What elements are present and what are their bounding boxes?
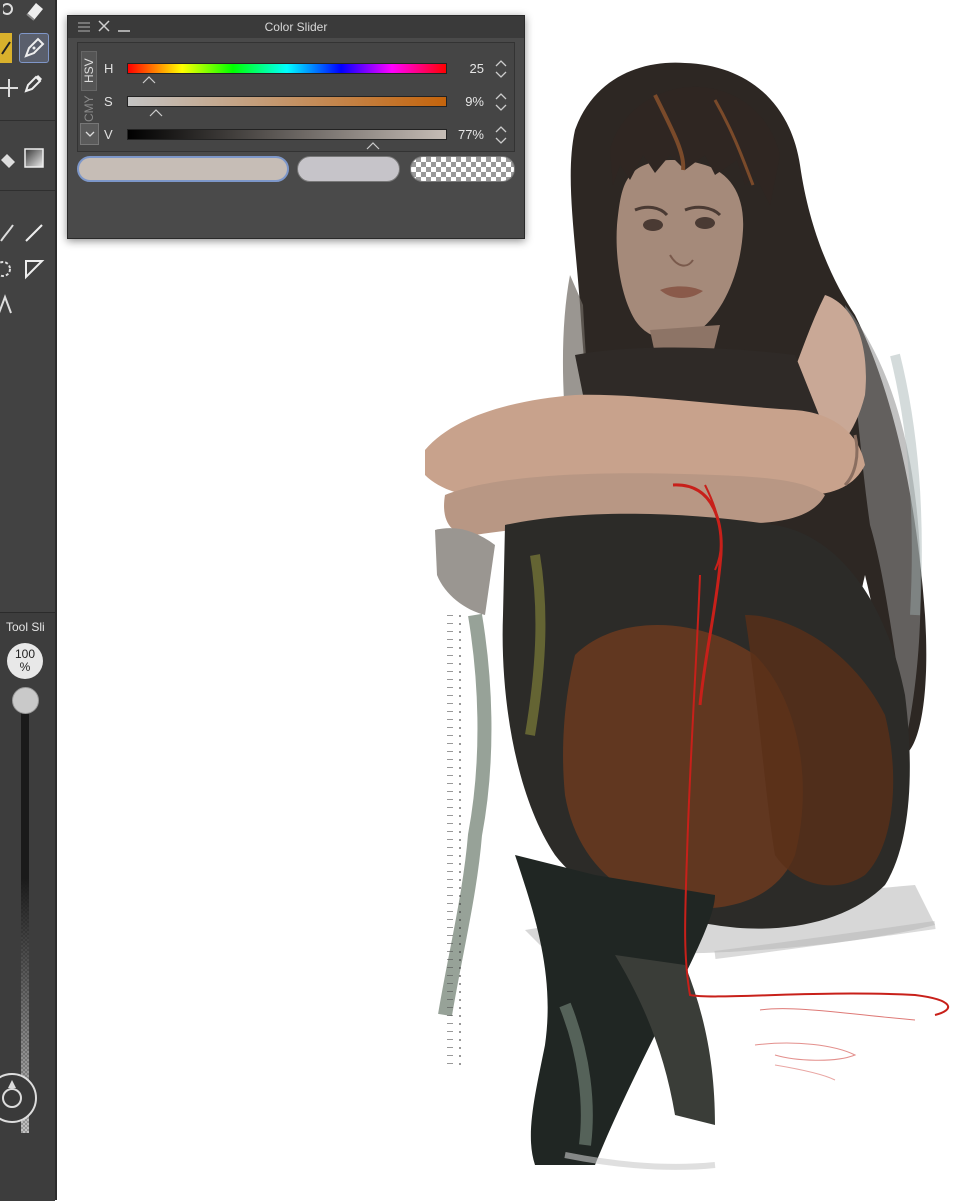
g-pen-icon[interactable] <box>19 33 49 63</box>
saturation-value[interactable]: 9% <box>465 94 484 109</box>
color-slider-titlebar[interactable]: Color Slider <box>68 16 524 38</box>
value-slider-row: V 77% <box>102 125 512 151</box>
toolbar-divider <box>0 120 55 121</box>
value-value[interactable]: 77% <box>458 127 484 142</box>
hue-slider-track[interactable] <box>127 63 447 74</box>
color-slider-body: HSV CMY H 25 S 9% V 77% <box>77 42 515 152</box>
hue-spin-icon[interactable] <box>494 57 508 81</box>
hue-value[interactable]: 25 <box>470 61 484 76</box>
shape-icon[interactable] <box>19 254 49 284</box>
saturation-slider-row: S 9% <box>102 92 512 118</box>
brush-size-knob[interactable] <box>12 687 39 714</box>
color-slider-title: Color Slider <box>264 20 328 34</box>
value-slider-track[interactable] <box>127 129 447 140</box>
tab-hsv[interactable]: HSV <box>81 51 97 91</box>
eraser-icon[interactable] <box>19 0 49 26</box>
transparent-color-swatch[interactable] <box>410 156 515 182</box>
saturation-spin-icon[interactable] <box>494 90 508 114</box>
hue-label: H <box>104 61 114 76</box>
chevron-down-icon <box>85 131 94 137</box>
tab-cmy[interactable]: CMY <box>81 93 97 125</box>
hue-slider-row: H 25 <box>102 59 512 85</box>
brush-size-unit: % <box>19 660 31 674</box>
saturation-label: S <box>104 94 113 109</box>
mode-dropdown[interactable] <box>80 123 99 145</box>
brush-size-badge[interactable]: 100 % <box>7 643 43 679</box>
gradient-icon[interactable] <box>19 143 49 173</box>
rotate-view-icon[interactable] <box>0 1072 38 1124</box>
toolbox: Tool Sli 100 % <box>0 0 57 1201</box>
saturation-slider-track[interactable] <box>127 96 447 107</box>
color-slider-panel: Color Slider HSV CMY H 25 S 9% V 77% <box>67 15 525 239</box>
value-label: V <box>104 127 113 142</box>
brush-size-fill <box>21 709 29 1133</box>
toolbar-divider <box>0 190 55 191</box>
dropper-icon[interactable] <box>19 68 49 98</box>
value-spin-icon[interactable] <box>494 123 508 147</box>
main-color-swatch[interactable] <box>77 156 289 182</box>
line-icon[interactable] <box>19 218 49 248</box>
tool-slider-title: Tool Sli <box>6 620 45 634</box>
sub-color-swatch[interactable] <box>297 156 400 182</box>
text-icon[interactable] <box>0 290 20 320</box>
pen-icon[interactable] <box>0 33 12 63</box>
